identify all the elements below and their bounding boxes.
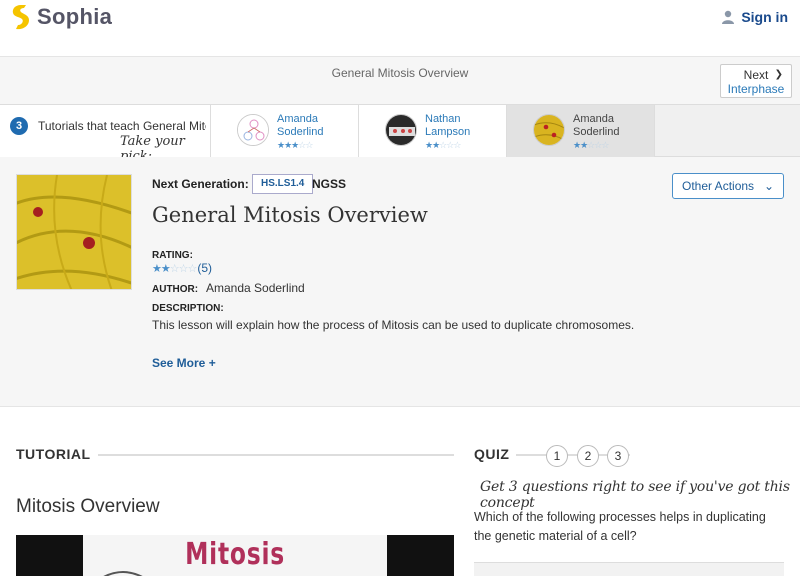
lesson-rating[interactable]: ★★☆☆☆ (5)	[152, 261, 212, 275]
tutorials-intro: 3 Tutorials that teach General Mitosis O…	[0, 105, 211, 158]
star-icon: ★	[160, 262, 171, 275]
quiz-question-1[interactable]: 1	[546, 445, 568, 467]
star-rating: ★★☆☆☆	[573, 140, 609, 151]
tutorial-author: Amanda Soderlind	[573, 113, 620, 138]
tutorial-author: Amanda Soderlind	[277, 113, 324, 138]
star-icon: ☆	[305, 140, 313, 150]
quiz-section-heading: QUIZ	[474, 446, 510, 462]
tutorial-author: Nathan Lampson	[425, 113, 471, 138]
author-name: Amanda Soderlind	[206, 281, 305, 295]
star-icon: ☆	[178, 262, 189, 275]
tutorials-strip: 3 Tutorials that teach General Mitosis O…	[0, 104, 800, 158]
take-your-pick-label: Take your pick:	[120, 134, 185, 158]
tutorial-card-1[interactable]: Amanda Soderlind ★★★☆☆	[211, 105, 359, 158]
sophia-logo-icon	[12, 5, 29, 30]
standard-badge[interactable]: HS.LS1.4	[252, 174, 314, 194]
quiz-question-2[interactable]: 2	[577, 445, 599, 467]
quiz-answer-option[interactable]	[474, 562, 784, 576]
top-header: Sophia Sign in	[0, 0, 800, 57]
tutorial-section-heading: TUTORIAL	[16, 446, 91, 462]
next-lesson-button[interactable]: Next ❯ Interphase	[720, 64, 792, 98]
tutorial-card-3-current[interactable]: Amanda Soderlind ★★☆☆☆	[507, 105, 655, 158]
rating-count: (5)	[197, 261, 213, 275]
star-rating: ★★★☆☆	[277, 140, 313, 151]
video-slide-text: Mitosis	[185, 537, 285, 572]
next-generation-label: Next Generation:	[152, 177, 249, 191]
lesson-title: General Mitosis Overview	[152, 203, 428, 227]
description-text: This lesson will explain how the process…	[152, 318, 635, 332]
star-icon: ☆	[187, 262, 198, 275]
tutorials-label: Tutorials that teach General Mitosis Ove…	[38, 119, 206, 133]
quiz-question-3[interactable]: 3	[607, 445, 629, 467]
play-button-icon	[103, 571, 143, 576]
standard-org: NGSS	[312, 177, 347, 191]
star-icon: ☆	[601, 140, 609, 150]
star-rating: ★★☆☆☆	[152, 262, 198, 275]
video-player[interactable]: Mitosis	[16, 535, 454, 576]
chevron-right-icon: ❯	[774, 69, 783, 80]
see-more-link[interactable]: See More +	[152, 356, 216, 370]
sign-in-label: Sign in	[741, 9, 788, 25]
sophia-logo[interactable]: Sophia	[10, 4, 112, 30]
quiz-question-text: Which of the following processes helps i…	[474, 510, 766, 543]
chevron-down-icon: ⌄	[763, 179, 774, 193]
star-icon: ☆	[169, 262, 180, 275]
sign-in-link[interactable]: Sign in	[721, 9, 788, 25]
star-rating: ★★☆☆☆	[425, 140, 461, 151]
tutorial-thumbnail	[533, 114, 565, 146]
next-lesson-name: Interphase	[727, 82, 785, 96]
tutorial-count-badge: 3	[10, 117, 28, 135]
star-icon: ☆	[453, 140, 461, 150]
author-label: AUTHOR:	[152, 284, 199, 295]
tutorial-thumbnail	[237, 114, 269, 146]
tutorial-card-2[interactable]: Nathan Lampson ★★☆☆☆	[359, 105, 507, 158]
page-heading: General Mitosis Overview	[331, 66, 469, 80]
other-actions-dropdown[interactable]: Other Actions ⌄	[672, 173, 784, 199]
lesson-details: Next Generation: HS.LS1.4 NGSS General M…	[0, 157, 800, 407]
description-label: DESCRIPTION:	[152, 303, 224, 314]
video-title: Mitosis Overview	[16, 496, 160, 517]
brand-name: Sophia	[37, 4, 113, 29]
quiz-prompt: Get 3 questions right to see if you've g…	[480, 479, 790, 511]
tutorial-thumbnail	[385, 114, 417, 146]
lesson-image	[16, 174, 132, 290]
lesson-title-bar: General Mitosis Overview Next ❯ Interpha…	[0, 57, 800, 104]
rating-label: RATING:	[152, 250, 193, 261]
other-actions-label: Other Actions	[682, 179, 755, 193]
section-divider	[98, 454, 454, 456]
star-icon: ★	[152, 262, 162, 275]
user-icon	[722, 10, 735, 24]
